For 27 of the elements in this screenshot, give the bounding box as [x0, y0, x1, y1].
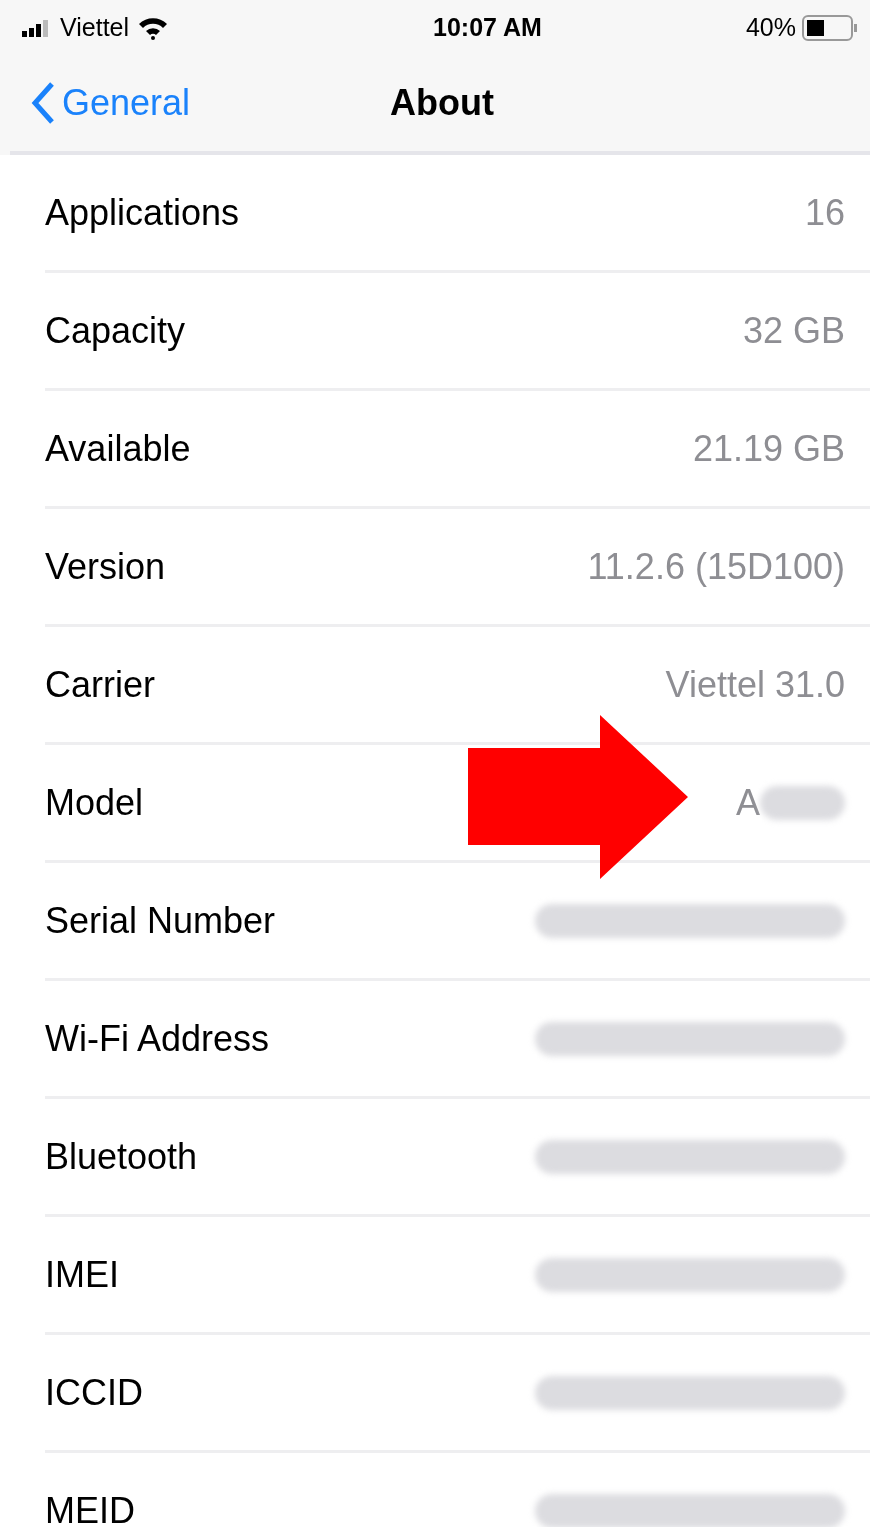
row-value: 16 [804, 190, 845, 235]
back-button[interactable]: General [10, 76, 191, 130]
row-label: ICCID [45, 1370, 143, 1415]
row-label: Capacity [45, 308, 186, 353]
row-label: Model [45, 780, 144, 825]
clock-time: 10:07 AM [433, 11, 542, 43]
wifi-icon [137, 15, 170, 40]
row-label: Bluetooth [45, 1134, 198, 1179]
row-label: Serial Number [45, 898, 276, 943]
arrow-icon [468, 715, 690, 880]
page-title: About [390, 81, 494, 125]
carrier-name: Viettel [60, 11, 130, 43]
row-label: Version [45, 544, 166, 589]
chevron-left-icon [30, 81, 56, 125]
row-label: IMEI [45, 1252, 119, 1297]
row-value: 21.19 GB [692, 426, 845, 471]
row-label: Available [45, 426, 191, 471]
row-value: 11.2.6 (15D100) [587, 544, 845, 589]
row-value: A [736, 780, 760, 825]
battery-percent: 40% [745, 11, 796, 43]
row-label: Applications [45, 190, 240, 235]
row-value: Viettel 31.0 [665, 662, 845, 707]
row-label: MEID [45, 1488, 135, 1527]
row-value: 32 GB [742, 308, 845, 353]
row-label: Wi-Fi Address [45, 1016, 270, 1061]
battery-icon [802, 14, 858, 41]
row-label: Carrier [45, 662, 155, 707]
